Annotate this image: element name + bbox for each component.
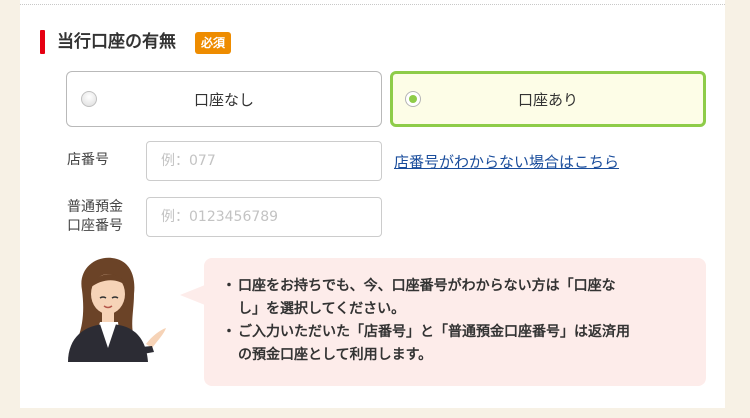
option-no-account-label: 口座なし [193, 91, 254, 109]
account-number-input[interactable] [146, 197, 382, 237]
speech-bubble-tail [180, 285, 205, 305]
note-line: し」を選択してください。 [238, 301, 406, 317]
note-line: 口座をお持ちでも、今、口座番号がわからない方は「口座な [238, 278, 616, 294]
note-line: ご入力いただいた「店番号」と「普通預金口座番号」は返済用 [238, 324, 630, 340]
option-has-account-label: 口座あり [517, 91, 578, 109]
note-bullet: ・ [222, 324, 236, 340]
required-badge: 必須 [195, 32, 232, 54]
branch-number-help-link[interactable]: 店番号がわからない場合はこちら [394, 151, 619, 172]
note-line: の預金口座として利用します。 [238, 347, 433, 363]
top-divider [20, 4, 725, 5]
note-item: ・ ご入力いただいた「店番号」と「普通預金口座番号」は返済用 の預金口座として利… [222, 321, 692, 367]
section-accent-bar [40, 30, 45, 54]
option-no-account[interactable]: 口座なし [66, 71, 382, 127]
branch-number-label: 店番号 [67, 152, 109, 168]
account-number-label-line2: 口座番号 [67, 218, 123, 234]
section-title: 当行口座の有無 [57, 32, 176, 52]
note-item: ・ 口座をお持ちでも、今、口座番号がわからない方は「口座な し」を選択してくださ… [222, 275, 692, 321]
operator-avatar-icon [68, 257, 166, 362]
option-has-account[interactable]: 口座あり [390, 71, 706, 127]
account-number-label-line1: 普通預金 [67, 199, 123, 215]
bottom-band [20, 408, 725, 418]
note-bullet: ・ [222, 278, 236, 294]
branch-number-input[interactable] [146, 141, 382, 181]
